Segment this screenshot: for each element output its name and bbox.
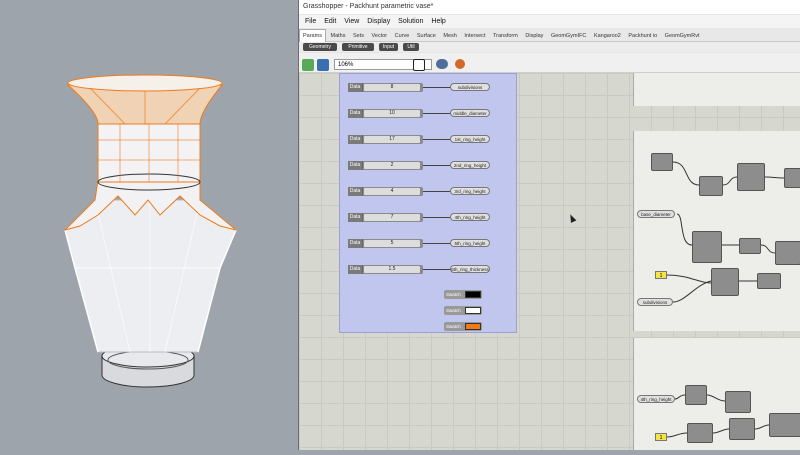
tab-geomgymifc[interactable]: GeomGymIFC [548, 30, 589, 42]
subtab-geometry[interactable]: Geometry [303, 43, 337, 51]
preview-eye-icon[interactable] [436, 59, 448, 69]
tab-mesh[interactable]: Mesh [440, 30, 459, 42]
tab-maths[interactable]: Maths [327, 30, 348, 42]
tab-sets[interactable]: Sets [350, 30, 367, 42]
subtab-util[interactable]: Util [403, 43, 419, 51]
subtab-input[interactable]: Input [378, 43, 399, 51]
menu-file[interactable]: File [305, 15, 316, 28]
tab-params[interactable]: Params [299, 29, 326, 42]
vase-render [63, 74, 237, 388]
menu-edit[interactable]: Edit [324, 15, 336, 28]
wires [666, 161, 785, 438]
tab-packhunt-io[interactable]: Packhunt io [625, 30, 660, 42]
tab-geomgymrvt[interactable]: GeomGymRvt [662, 30, 703, 42]
tab-vector[interactable]: Vector [369, 30, 391, 42]
component-tabs: Params Maths Sets Vector Curve Surface M… [299, 29, 800, 42]
window-title: Grasshopper - Packhunt parametric vase* [303, 3, 434, 10]
menu-solution[interactable]: Solution [398, 15, 423, 28]
subcategory-bar: Geometry Primitive Input Util [299, 42, 800, 52]
sketch-icon[interactable] [413, 59, 425, 71]
grasshopper-window[interactable]: Grasshopper - Packhunt parametric vase* … [298, 0, 800, 450]
open-file-icon[interactable] [302, 59, 314, 71]
paint-brush-icon[interactable] [455, 59, 465, 69]
tab-transform[interactable]: Transform [490, 30, 521, 42]
tab-surface[interactable]: Surface [414, 30, 439, 42]
menu-help[interactable]: Help [431, 15, 445, 28]
canvas[interactable]: Data 8 subdivisions Data 10 middle_diamete… [299, 73, 800, 450]
save-icon[interactable] [317, 59, 329, 71]
tab-intersect[interactable]: Intersect [461, 30, 488, 42]
rhino-viewport[interactable] [0, 0, 298, 450]
menu-display[interactable]: Display [367, 15, 390, 28]
menu-bar: File Edit View Display Solution Help [299, 15, 800, 28]
tab-kangaroo2[interactable]: Kangaroo2 [591, 30, 624, 42]
window-titlebar: Grasshopper - Packhunt parametric vase* [299, 0, 800, 14]
tab-display[interactable]: Display [522, 30, 546, 42]
menu-view[interactable]: View [344, 15, 359, 28]
tab-curve[interactable]: Curve [392, 30, 413, 42]
subtab-primitive[interactable]: Primitive [342, 43, 374, 51]
